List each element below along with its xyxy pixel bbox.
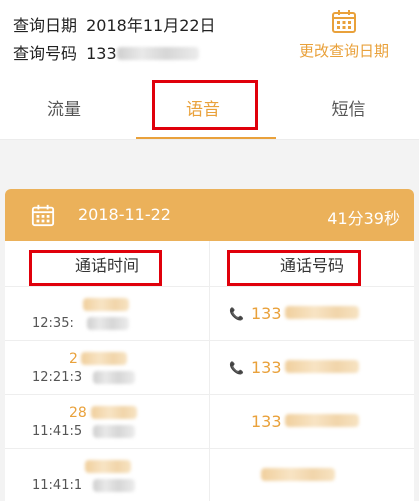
- redacted-number: [285, 360, 359, 373]
- call-date: 28: [69, 405, 87, 421]
- redacted-number: [285, 306, 359, 319]
- call-number: 133: [251, 304, 282, 323]
- call-records-card: 2018-11-22 41分39秒 通话时间 通话号码 12:35: 📞 133…: [5, 189, 414, 501]
- calendar-icon: [31, 204, 55, 227]
- table-row[interactable]: 11:41:1: [5, 450, 414, 501]
- query-date-line: 查询日期 2018年11月22日: [13, 12, 216, 36]
- table-row[interactable]: 28 11:41:5 133: [5, 396, 414, 449]
- call-time: 12:35:: [32, 316, 74, 331]
- calendar-icon: [332, 10, 356, 33]
- query-header: 查询日期 2018年11月22日 查询号码 133 更改查询日期: [0, 0, 419, 74]
- summary-total-duration: 41分39秒: [327, 209, 400, 228]
- query-number-line: 查询号码 133: [13, 40, 199, 64]
- summary-bar: 2018-11-22 41分39秒: [5, 189, 414, 241]
- summary-date: 2018-11-22: [78, 205, 171, 224]
- redacted-number: [285, 414, 359, 427]
- call-time: 12:21:3: [32, 370, 83, 385]
- query-date-label: 查询日期: [13, 16, 78, 35]
- change-date-label: 更改查询日期: [298, 42, 389, 60]
- query-number-label: 查询号码: [13, 44, 78, 63]
- call-number: 133: [251, 358, 282, 377]
- query-number-value: 133: [86, 44, 117, 63]
- phone-icon: 📞: [229, 307, 244, 321]
- redacted-number: [261, 468, 335, 481]
- redacted-time: [93, 479, 135, 492]
- redacted-date: [85, 460, 131, 473]
- highlight-box-call-time: [29, 250, 162, 286]
- tab-data[interactable]: 流量: [0, 74, 128, 140]
- redacted-time: [93, 371, 135, 384]
- tab-sms[interactable]: 短信: [278, 74, 419, 140]
- active-tab-indicator: [136, 137, 276, 139]
- redacted-number: [116, 47, 199, 60]
- call-number: 133: [251, 412, 282, 431]
- query-date-value: 2018年11月22日: [86, 16, 216, 35]
- redacted-time: [93, 425, 135, 438]
- highlight-box-voice-tab: [152, 80, 258, 130]
- phone-icon: 📞: [229, 361, 244, 375]
- call-time: 11:41:1: [32, 478, 83, 493]
- redacted-date: [83, 298, 129, 311]
- redacted-date: [91, 406, 137, 419]
- highlight-box-call-number: [227, 250, 361, 286]
- redacted-time: [87, 317, 129, 330]
- call-date: 2: [69, 351, 78, 367]
- change-date-button[interactable]: 更改查询日期: [279, 8, 409, 68]
- table-row[interactable]: 2 12:21:3 📞 133: [5, 342, 414, 395]
- redacted-date: [81, 352, 127, 365]
- call-time: 11:41:5: [32, 424, 83, 439]
- table-row[interactable]: 12:35: 📞 133: [5, 288, 414, 341]
